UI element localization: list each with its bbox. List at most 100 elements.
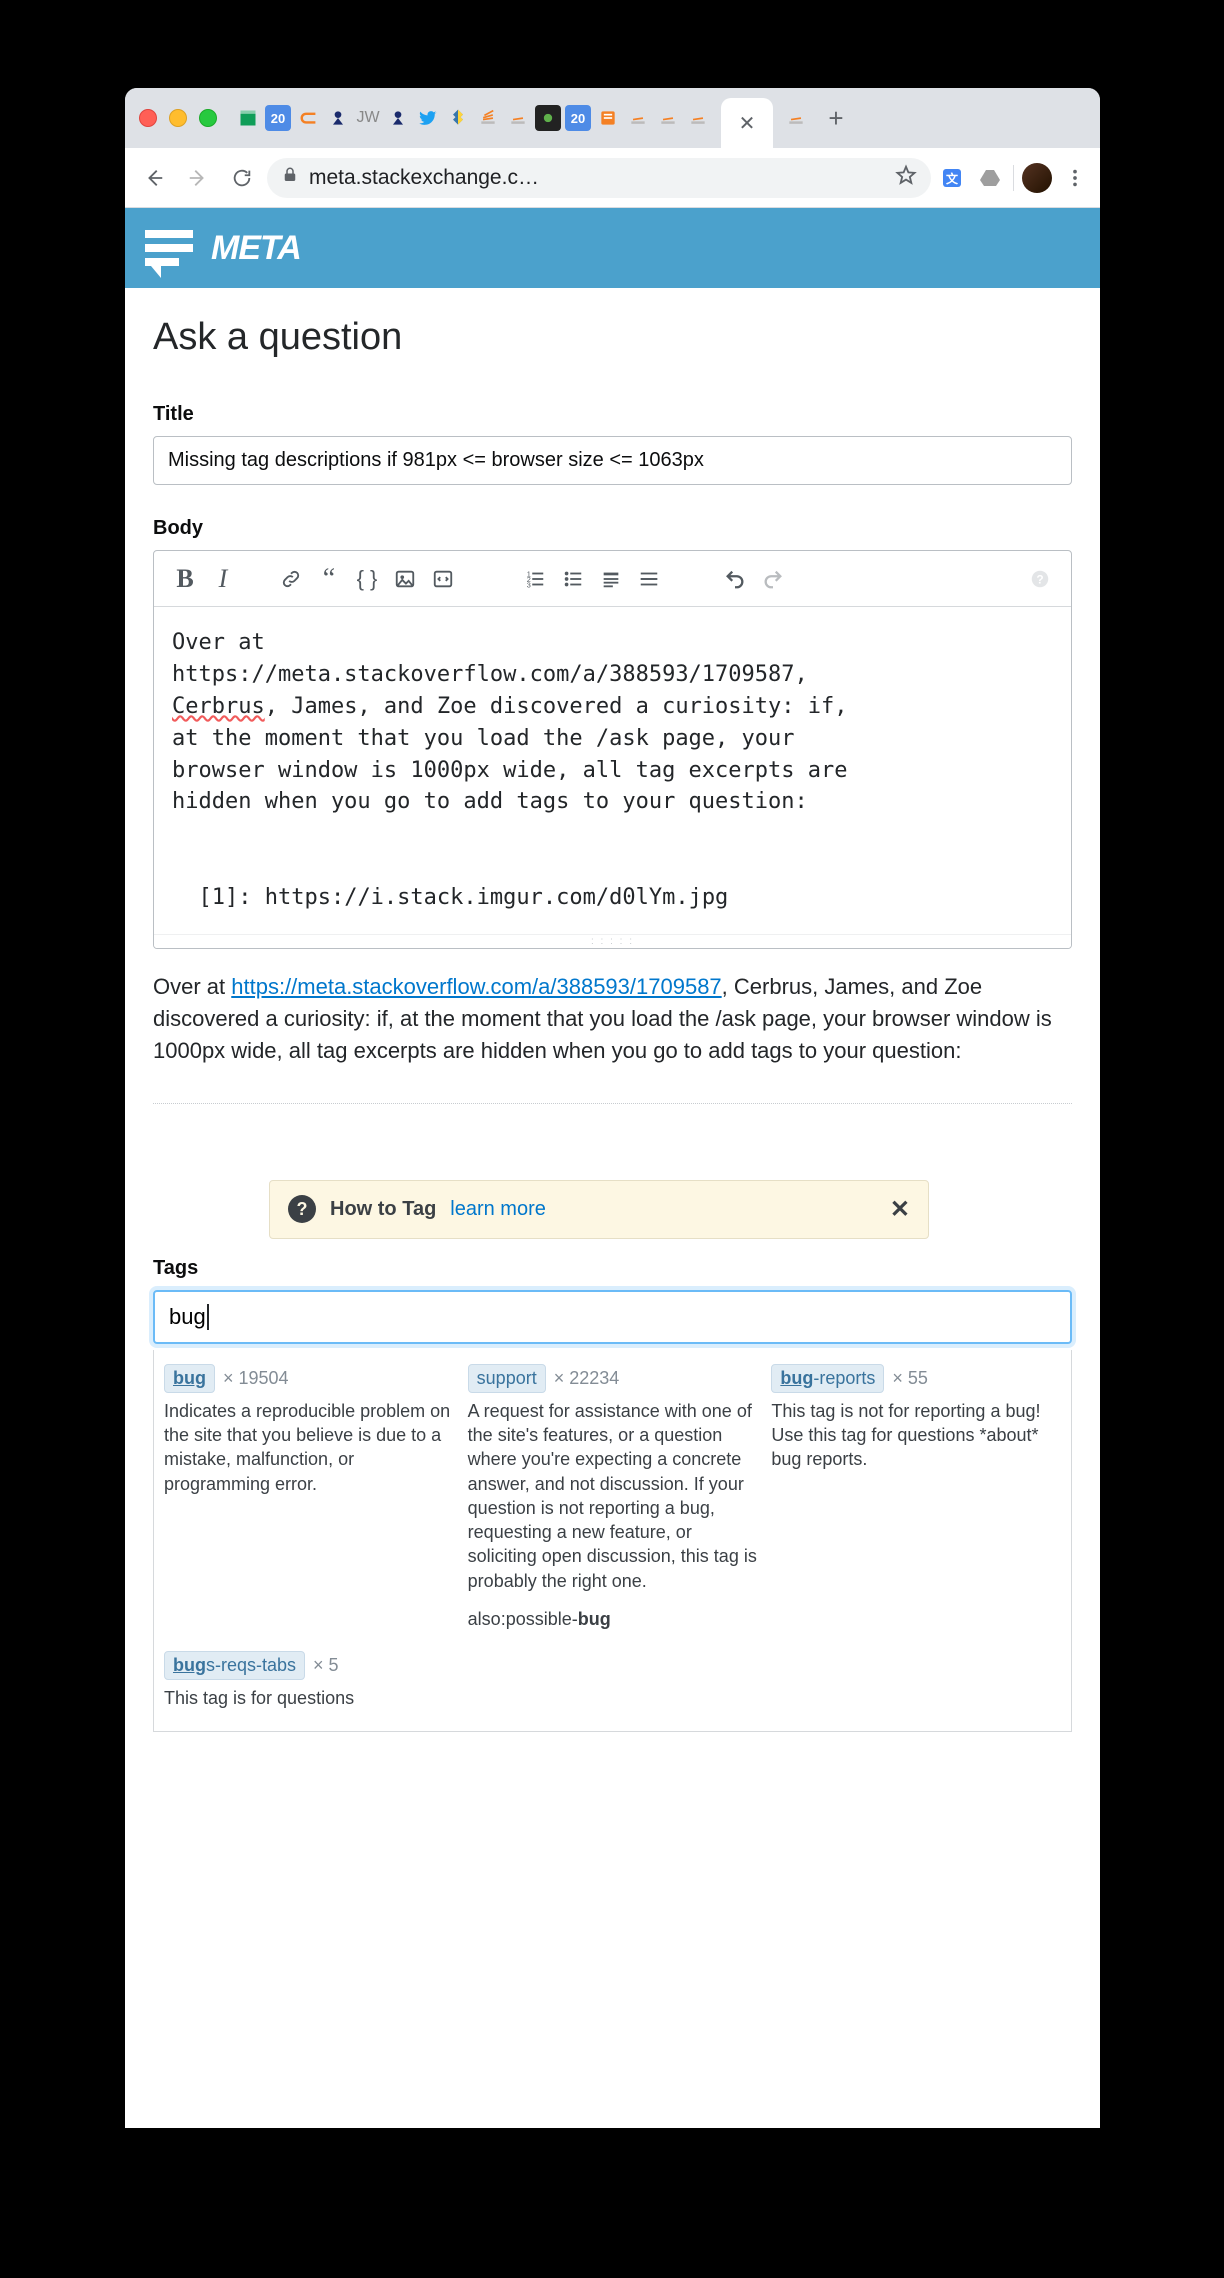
tab-favicon[interactable]: 20 — [565, 105, 591, 131]
suggestion-item[interactable]: bugs-reqs-tabs × 5 This tag is for questi… — [164, 1651, 1061, 1710]
snippet-button[interactable] — [426, 562, 460, 596]
tab-favicon[interactable] — [475, 105, 501, 131]
hr-button[interactable] — [632, 562, 666, 596]
star-icon[interactable] — [895, 164, 917, 192]
tab-favicon[interactable]: ⊂ — [295, 105, 321, 131]
tab-favicon[interactable] — [505, 105, 531, 131]
suggestion-item[interactable]: support × 22234 A request for assistance … — [468, 1364, 758, 1632]
site-name[interactable]: META — [211, 229, 301, 268]
tag-count: × 55 — [892, 1368, 928, 1388]
suggestion-item[interactable]: bug-reports × 55 This tag is not for repo… — [771, 1364, 1061, 1632]
tab-strip: 20 ⊂ JW 20 ✕ + — [125, 88, 1100, 148]
tag-description: Indicates a reproducible problem on the … — [164, 1399, 454, 1496]
link-button[interactable] — [274, 562, 308, 596]
reload-button[interactable] — [223, 159, 261, 197]
question-icon: ? — [288, 1195, 316, 1223]
body-label: Body — [153, 517, 1072, 540]
tab-favicon[interactable] — [385, 105, 411, 131]
tab-favicon[interactable] — [783, 105, 809, 131]
address-bar[interactable]: meta.stackexchange.c… — [267, 158, 931, 198]
how-to-tag-tip: ? How to Tag learn more ✕ — [269, 1180, 929, 1239]
profile-avatar[interactable] — [1022, 163, 1052, 193]
tag-description: This tag is for questions — [164, 1686, 1061, 1710]
forward-button[interactable] — [179, 159, 217, 197]
site-logo-icon[interactable] — [141, 224, 197, 272]
separator — [1013, 165, 1014, 191]
suggestion-item[interactable]: bug × 19504 Indicates a reproducible prob… — [164, 1364, 454, 1632]
extension-icons: 文 — [937, 163, 1090, 193]
tab-favicon[interactable] — [445, 105, 471, 131]
toolbar: meta.stackexchange.c… 文 — [125, 148, 1100, 208]
tag-count: × 19504 — [223, 1368, 289, 1388]
title-input[interactable] — [153, 436, 1072, 485]
olist-button[interactable]: 123 — [518, 562, 552, 596]
minimize-window-button[interactable] — [169, 109, 187, 127]
ulist-button[interactable] — [556, 562, 590, 596]
tag-description: A request for assistance with one of the… — [468, 1399, 758, 1593]
undo-button[interactable] — [718, 562, 752, 596]
svg-text:3: 3 — [527, 580, 531, 589]
tag-badge[interactable]: bug-reports — [771, 1364, 884, 1393]
body-textarea[interactable]: Over at https://meta.stackoverflow.com/a… — [154, 607, 1071, 934]
close-tip-button[interactable]: ✕ — [890, 1195, 910, 1224]
tab-favicon[interactable] — [655, 105, 681, 131]
translate-extension-icon[interactable]: 文 — [937, 163, 967, 193]
body-section: Body B I “ { } — [153, 517, 1072, 1104]
tag-count: × 22234 — [554, 1368, 620, 1388]
tag-badge[interactable]: support — [468, 1364, 546, 1393]
tab-favicon[interactable] — [325, 105, 351, 131]
page-title: Ask a question — [153, 316, 1072, 359]
browser-menu-icon[interactable] — [1060, 163, 1090, 193]
quote-button[interactable]: “ — [312, 562, 346, 596]
tab-favicon[interactable] — [535, 105, 561, 131]
italic-button[interactable]: I — [206, 562, 240, 596]
learn-more-link[interactable]: learn more — [450, 1198, 546, 1221]
tab-favicon[interactable] — [235, 105, 261, 131]
tab-favicon[interactable]: 20 — [265, 105, 291, 131]
resize-grip[interactable]: : : : : : — [154, 934, 1071, 948]
preview-link[interactable]: https://meta.stackoverflow.com/a/388593/… — [231, 974, 721, 999]
tab-favicon[interactable] — [625, 105, 651, 131]
lock-icon — [281, 166, 299, 190]
image-button[interactable] — [388, 562, 422, 596]
heading-button[interactable] — [594, 562, 628, 596]
code-button[interactable]: { } — [350, 562, 384, 596]
tab-favicon[interactable]: JW — [355, 105, 381, 131]
body-preview: Over at https://meta.stackoverflow.com/a… — [153, 971, 1072, 1104]
help-button[interactable]: ? — [1023, 562, 1057, 596]
tags-input[interactable]: bug — [153, 1290, 1072, 1344]
browser-window: 20 ⊂ JW 20 ✕ + meta.stackexchange.c… — [125, 88, 1100, 2128]
tag-also: also:possible-bug — [468, 1607, 758, 1631]
tag-badge[interactable]: bugs-reqs-tabs — [164, 1651, 305, 1680]
page-content: Ask a question Title Body B I “ { } — [125, 288, 1100, 1732]
close-window-button[interactable] — [139, 109, 157, 127]
howto-title: How to Tag — [330, 1198, 436, 1221]
tag-suggestions: bug × 19504 Indicates a reproducible prob… — [153, 1350, 1072, 1732]
title-section: Title — [153, 403, 1072, 485]
new-tab-button[interactable]: + — [819, 101, 853, 135]
tags-label: Tags — [153, 1257, 1072, 1280]
svg-text:?: ? — [1036, 572, 1043, 586]
close-tab-icon[interactable]: ✕ — [739, 111, 756, 136]
site-banner: META — [125, 208, 1100, 288]
fullscreen-window-button[interactable] — [199, 109, 217, 127]
redo-button[interactable] — [756, 562, 790, 596]
body-editor: B I “ { } 123 — [153, 550, 1072, 949]
tab-favicon[interactable] — [685, 105, 711, 131]
tab-favicon[interactable] — [595, 105, 621, 131]
suggestion-row: bug × 19504 Indicates a reproducible prob… — [164, 1364, 1061, 1632]
editor-toolbar: B I “ { } 123 — [154, 551, 1071, 607]
title-label: Title — [153, 403, 1072, 426]
tag-count: × 5 — [313, 1655, 339, 1675]
active-tab[interactable]: ✕ — [721, 98, 773, 148]
tag-badge[interactable]: bug — [164, 1364, 215, 1393]
url-text: meta.stackexchange.c… — [309, 166, 885, 190]
suggestion-row: bugs-reqs-tabs × 5 This tag is for questi… — [164, 1651, 1061, 1710]
window-controls — [139, 109, 217, 127]
back-button[interactable] — [135, 159, 173, 197]
drive-extension-icon[interactable] — [975, 163, 1005, 193]
tab-favicon[interactable] — [415, 105, 441, 131]
tag-description: This tag is not for reporting a bug! Use… — [771, 1399, 1061, 1472]
bold-button[interactable]: B — [168, 562, 202, 596]
background-tabs: 20 ⊂ JW 20 — [235, 105, 711, 131]
